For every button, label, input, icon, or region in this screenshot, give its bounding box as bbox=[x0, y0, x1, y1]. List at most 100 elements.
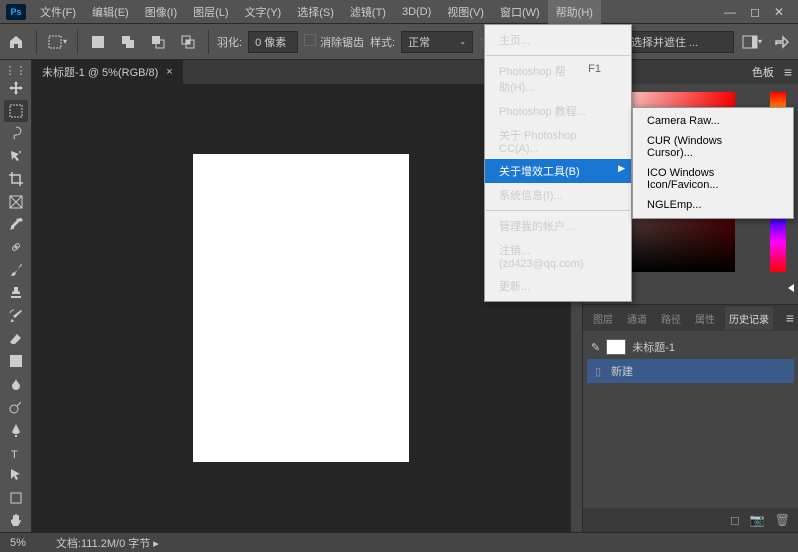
shape-tool[interactable] bbox=[4, 487, 28, 509]
canvas[interactable] bbox=[193, 154, 409, 462]
lasso-tool[interactable] bbox=[4, 123, 28, 145]
quick-select-tool[interactable] bbox=[4, 145, 28, 167]
history-panel: 图层 通道 路径 属性 历史记录 ≡ ✎ 未标题-1 ▯ 新建 ◻ bbox=[583, 304, 798, 532]
menu-edit[interactable]: 编辑(E) bbox=[84, 0, 137, 24]
add-selection-icon[interactable] bbox=[116, 30, 140, 54]
marquee-tool[interactable] bbox=[4, 100, 28, 122]
move-tool[interactable] bbox=[4, 77, 28, 99]
stamp-tool[interactable] bbox=[4, 282, 28, 304]
feather-label: 羽化: bbox=[217, 34, 242, 50]
history-brush-tool[interactable] bbox=[4, 305, 28, 327]
plugin-item[interactable]: NGLEmp... bbox=[633, 195, 793, 215]
brush-tool[interactable] bbox=[4, 259, 28, 281]
document-tab-label: 未标题-1 @ 5%(RGB/8) bbox=[42, 64, 158, 80]
home-icon[interactable] bbox=[4, 30, 28, 54]
title-bar: Ps 文件(F) 编辑(E) 图像(I) 图层(L) 文字(Y) 选择(S) 滤… bbox=[0, 0, 798, 24]
app-logo: Ps bbox=[6, 4, 26, 20]
help-dropdown: 主页... Photoshop 帮助(H)...F1Photoshop 教程...… bbox=[484, 24, 632, 302]
hand-tool[interactable] bbox=[4, 510, 28, 532]
menu-window[interactable]: 窗口(W) bbox=[492, 0, 548, 24]
menu-help[interactable]: 帮助(H) bbox=[548, 0, 601, 24]
paths-tab[interactable]: 路径 bbox=[657, 307, 685, 330]
separator bbox=[208, 30, 209, 54]
status-bar: 5% 文档:111.2M/0 字节 ▸ bbox=[0, 532, 798, 552]
plugin-item[interactable]: CUR (Windows Cursor)... bbox=[633, 131, 793, 163]
snapshot-thumb bbox=[606, 339, 626, 355]
antialias-checkbox[interactable]: 消除锯齿 bbox=[304, 34, 364, 50]
trash-icon[interactable]: 🗑 bbox=[775, 513, 790, 527]
menu-type[interactable]: 文字(Y) bbox=[237, 0, 290, 24]
help-item[interactable]: 更新... bbox=[485, 274, 631, 298]
plugins-submenu: Camera Raw...CUR (Windows Cursor)...ICO … bbox=[632, 107, 794, 219]
snapshot-label: 未标题-1 bbox=[632, 339, 675, 355]
toolbox-handle[interactable]: ⋮⋮ bbox=[4, 64, 28, 76]
frame-tool[interactable] bbox=[4, 191, 28, 213]
crop-tool[interactable] bbox=[4, 168, 28, 190]
eyedropper-tool[interactable] bbox=[4, 214, 28, 236]
help-item[interactable]: Photoshop 帮助(H)...F1 bbox=[485, 59, 631, 99]
help-item[interactable]: Photoshop 教程... bbox=[485, 99, 631, 123]
blur-tool[interactable] bbox=[4, 373, 28, 395]
select-and-mask-button[interactable]: 选择并遮住 ... bbox=[624, 31, 734, 53]
menu-file[interactable]: 文件(F) bbox=[32, 0, 84, 24]
minimize-button[interactable]: — bbox=[724, 5, 736, 19]
create-document-icon[interactable]: ◻ bbox=[730, 513, 740, 527]
history-tab[interactable]: 历史记录 bbox=[725, 307, 773, 330]
share-icon[interactable] bbox=[770, 30, 794, 54]
history-list: ✎ 未标题-1 ▯ 新建 bbox=[583, 331, 798, 508]
workspace-icon[interactable]: ▾ bbox=[740, 30, 764, 54]
help-item[interactable]: 关于增效工具(B)▶ bbox=[485, 159, 631, 183]
feather-input[interactable]: 0 像素 bbox=[248, 31, 298, 53]
menu-view[interactable]: 视图(V) bbox=[439, 0, 492, 24]
plugin-item[interactable]: Camera Raw... bbox=[633, 111, 793, 131]
maximize-button[interactable]: ◻ bbox=[750, 5, 760, 19]
path-select-tool[interactable] bbox=[4, 465, 28, 487]
gradient-tool[interactable] bbox=[4, 351, 28, 373]
text-tool[interactable]: T bbox=[4, 442, 28, 464]
layers-tab[interactable]: 图层 bbox=[589, 307, 617, 330]
history-snapshot[interactable]: ✎ 未标题-1 bbox=[587, 335, 794, 359]
close-tab-icon[interactable]: × bbox=[166, 66, 172, 78]
new-selection-icon[interactable] bbox=[86, 30, 110, 54]
properties-tab[interactable]: 属性 bbox=[691, 307, 719, 330]
document-tab[interactable]: 未标题-1 @ 5%(RGB/8) × bbox=[32, 60, 183, 84]
camera-icon[interactable]: 📷 bbox=[750, 513, 765, 527]
pen-tool[interactable] bbox=[4, 419, 28, 441]
help-item[interactable]: 管理我的帐户... bbox=[485, 214, 631, 238]
history-state-new[interactable]: ▯ 新建 bbox=[587, 359, 794, 383]
dodge-tool[interactable] bbox=[4, 396, 28, 418]
help-item[interactable]: 关于 Photoshop CC(A)... bbox=[485, 123, 631, 159]
document-icon: ▯ bbox=[591, 364, 605, 378]
hue-indicator bbox=[788, 284, 794, 292]
marquee-tool-preset[interactable]: ▾ bbox=[45, 30, 69, 54]
window-controls: — ◻ ✕ bbox=[710, 5, 798, 19]
doc-info[interactable]: 文档:111.2M/0 字节 ▸ bbox=[56, 535, 159, 551]
style-label: 样式: bbox=[370, 34, 395, 50]
zoom-level[interactable]: 5% bbox=[10, 537, 26, 549]
channels-tab[interactable]: 通道 bbox=[623, 307, 651, 330]
panel-menu-icon[interactable]: ≡ bbox=[784, 64, 790, 80]
menu-select[interactable]: 选择(S) bbox=[289, 0, 342, 24]
history-tabs: 图层 通道 路径 属性 历史记录 ≡ bbox=[583, 305, 798, 331]
swatches-tab[interactable]: 色板 bbox=[752, 64, 774, 80]
help-item[interactable]: 主页... bbox=[485, 28, 631, 52]
menu-filter[interactable]: 滤镜(T) bbox=[342, 0, 394, 24]
healing-tool[interactable] bbox=[4, 237, 28, 259]
menu-layer[interactable]: 图层(L) bbox=[185, 0, 236, 24]
close-button[interactable]: ✕ bbox=[774, 5, 784, 19]
menu-bar: 文件(F) 编辑(E) 图像(I) 图层(L) 文字(Y) 选择(S) 滤镜(T… bbox=[32, 0, 710, 24]
options-bar: ▾ 羽化: 0 像素 消除锯齿 样式: 正常⌄ 宽 选择并遮住 ... ▾ bbox=[0, 24, 798, 60]
subtract-selection-icon[interactable] bbox=[146, 30, 170, 54]
brush-icon: ✎ bbox=[591, 341, 600, 354]
style-select[interactable]: 正常⌄ bbox=[401, 31, 473, 53]
panel-menu-icon[interactable]: ≡ bbox=[786, 310, 792, 326]
plugin-item[interactable]: ICO Windows Icon/Favicon... bbox=[633, 163, 793, 195]
menu-image[interactable]: 图像(I) bbox=[137, 0, 185, 24]
history-footer: ◻ 📷 🗑 bbox=[583, 508, 798, 532]
toolbox: ⋮⋮ T bbox=[0, 60, 32, 532]
help-item[interactable]: 系统信息(I)... bbox=[485, 183, 631, 207]
eraser-tool[interactable] bbox=[4, 328, 28, 350]
help-item[interactable]: 注销... (zd423@qq.com) bbox=[485, 238, 631, 274]
intersect-selection-icon[interactable] bbox=[176, 30, 200, 54]
menu-3d[interactable]: 3D(D) bbox=[394, 2, 439, 22]
